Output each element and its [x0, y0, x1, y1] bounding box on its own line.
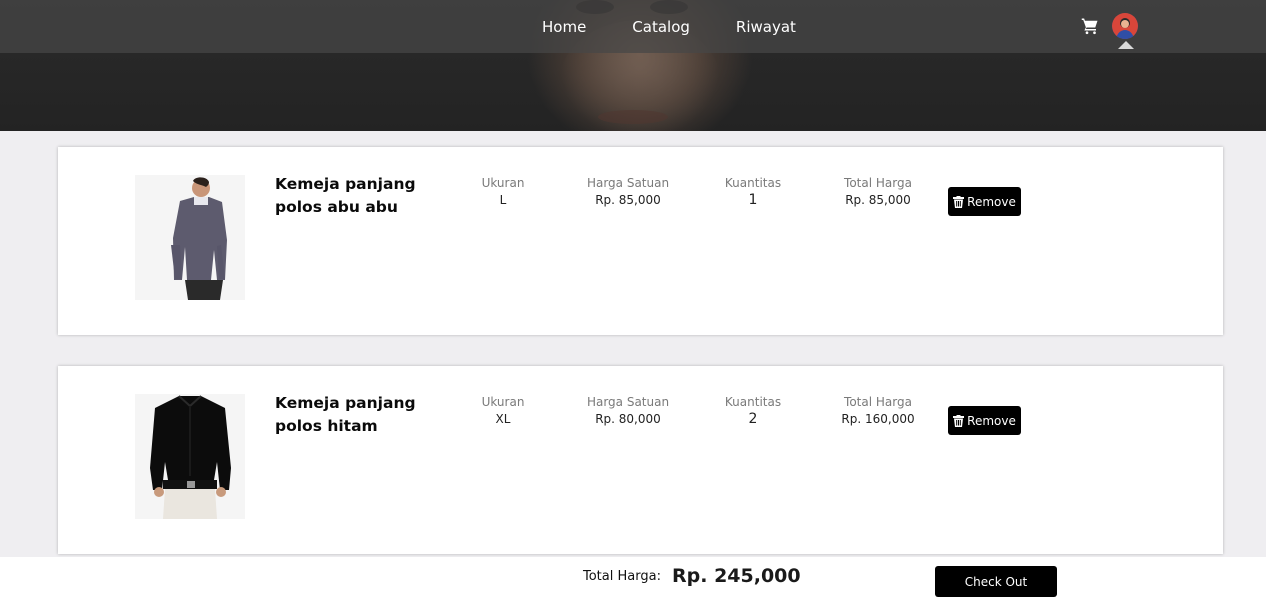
unit-price-label: Harga Satuan — [586, 176, 670, 190]
unit-price-value: Rp. 80,000 — [595, 412, 661, 426]
quantity-label: Kuantitas — [724, 176, 782, 190]
quantity-label: Kuantitas — [724, 395, 782, 409]
product-name: Kemeja panjang polos abu abu — [275, 173, 445, 219]
shirt-grey-image — [135, 175, 245, 300]
total-price-value: Rp. 160,000 — [841, 412, 915, 426]
remove-button[interactable]: Remove — [948, 406, 1021, 435]
quantity-value: 2 — [748, 411, 758, 427]
total-price-column: Total Harga Rp. 160,000 — [828, 395, 928, 426]
trash-icon — [953, 195, 965, 208]
size-column: Ukuran L — [463, 176, 543, 207]
avatar-dropdown-caret-icon — [1118, 41, 1134, 49]
total-price-label: Total Harga — [844, 176, 912, 190]
checkout-button[interactable]: Check Out — [935, 566, 1057, 597]
quantity-column: Kuantitas 1 — [713, 176, 793, 208]
remove-button[interactable]: Remove — [948, 187, 1021, 216]
user-avatar-icon[interactable] — [1112, 13, 1138, 39]
product-image — [135, 175, 245, 300]
product-name-line: Kemeja panjang — [275, 394, 416, 412]
product-name-line: polos abu abu — [275, 198, 398, 216]
unit-price-column: Harga Satuan Rp. 85,000 — [578, 176, 678, 207]
product-name: Kemeja panjang polos hitam — [275, 392, 445, 438]
size-value: XL — [495, 412, 511, 426]
nav-riwayat-link[interactable]: Riwayat — [736, 18, 796, 36]
size-value: L — [499, 193, 507, 207]
shirt-black-image — [135, 394, 245, 519]
nav-home-link[interactable]: Home — [542, 18, 586, 36]
total-price-label: Total Harga — [844, 395, 912, 409]
grand-total-label: Total Harga: — [583, 569, 661, 584]
nav-links: Home Catalog Riwayat — [542, 18, 842, 36]
unit-price-column: Harga Satuan Rp. 80,000 — [578, 395, 678, 426]
size-column: Ukuran XL — [463, 395, 543, 426]
remove-button-label: Remove — [967, 413, 1016, 428]
top-navbar: Home Catalog Riwayat — [0, 0, 1266, 53]
unit-price-value: Rp. 85,000 — [595, 193, 661, 207]
cart-item-card: Kemeja panjang polos abu abu Ukuran L Ha… — [58, 147, 1223, 335]
nav-catalog-link[interactable]: Catalog — [632, 18, 690, 36]
remove-button-label: Remove — [967, 194, 1016, 209]
cart-item-card: Kemeja panjang polos hitam Ukuran XL Har… — [58, 366, 1223, 554]
hero-face-detail — [598, 110, 668, 124]
size-label: Ukuran — [481, 395, 525, 409]
product-name-line: polos hitam — [275, 417, 378, 435]
quantity-value: 1 — [748, 192, 758, 208]
unit-price-label: Harga Satuan — [586, 395, 670, 409]
trash-icon — [953, 414, 965, 427]
product-image — [135, 394, 245, 519]
quantity-column: Kuantitas 2 — [713, 395, 793, 427]
product-name-line: Kemeja panjang — [275, 175, 416, 193]
checkout-footer: Total Harga: Rp. 245,000 Check Out — [0, 557, 1266, 608]
avatar-image — [1112, 13, 1138, 39]
grand-total-value: Rp. 245,000 — [672, 565, 801, 587]
cart-icon[interactable] — [1081, 17, 1099, 35]
total-price-value: Rp. 85,000 — [845, 193, 911, 207]
total-price-column: Total Harga Rp. 85,000 — [828, 176, 928, 207]
size-label: Ukuran — [481, 176, 525, 190]
